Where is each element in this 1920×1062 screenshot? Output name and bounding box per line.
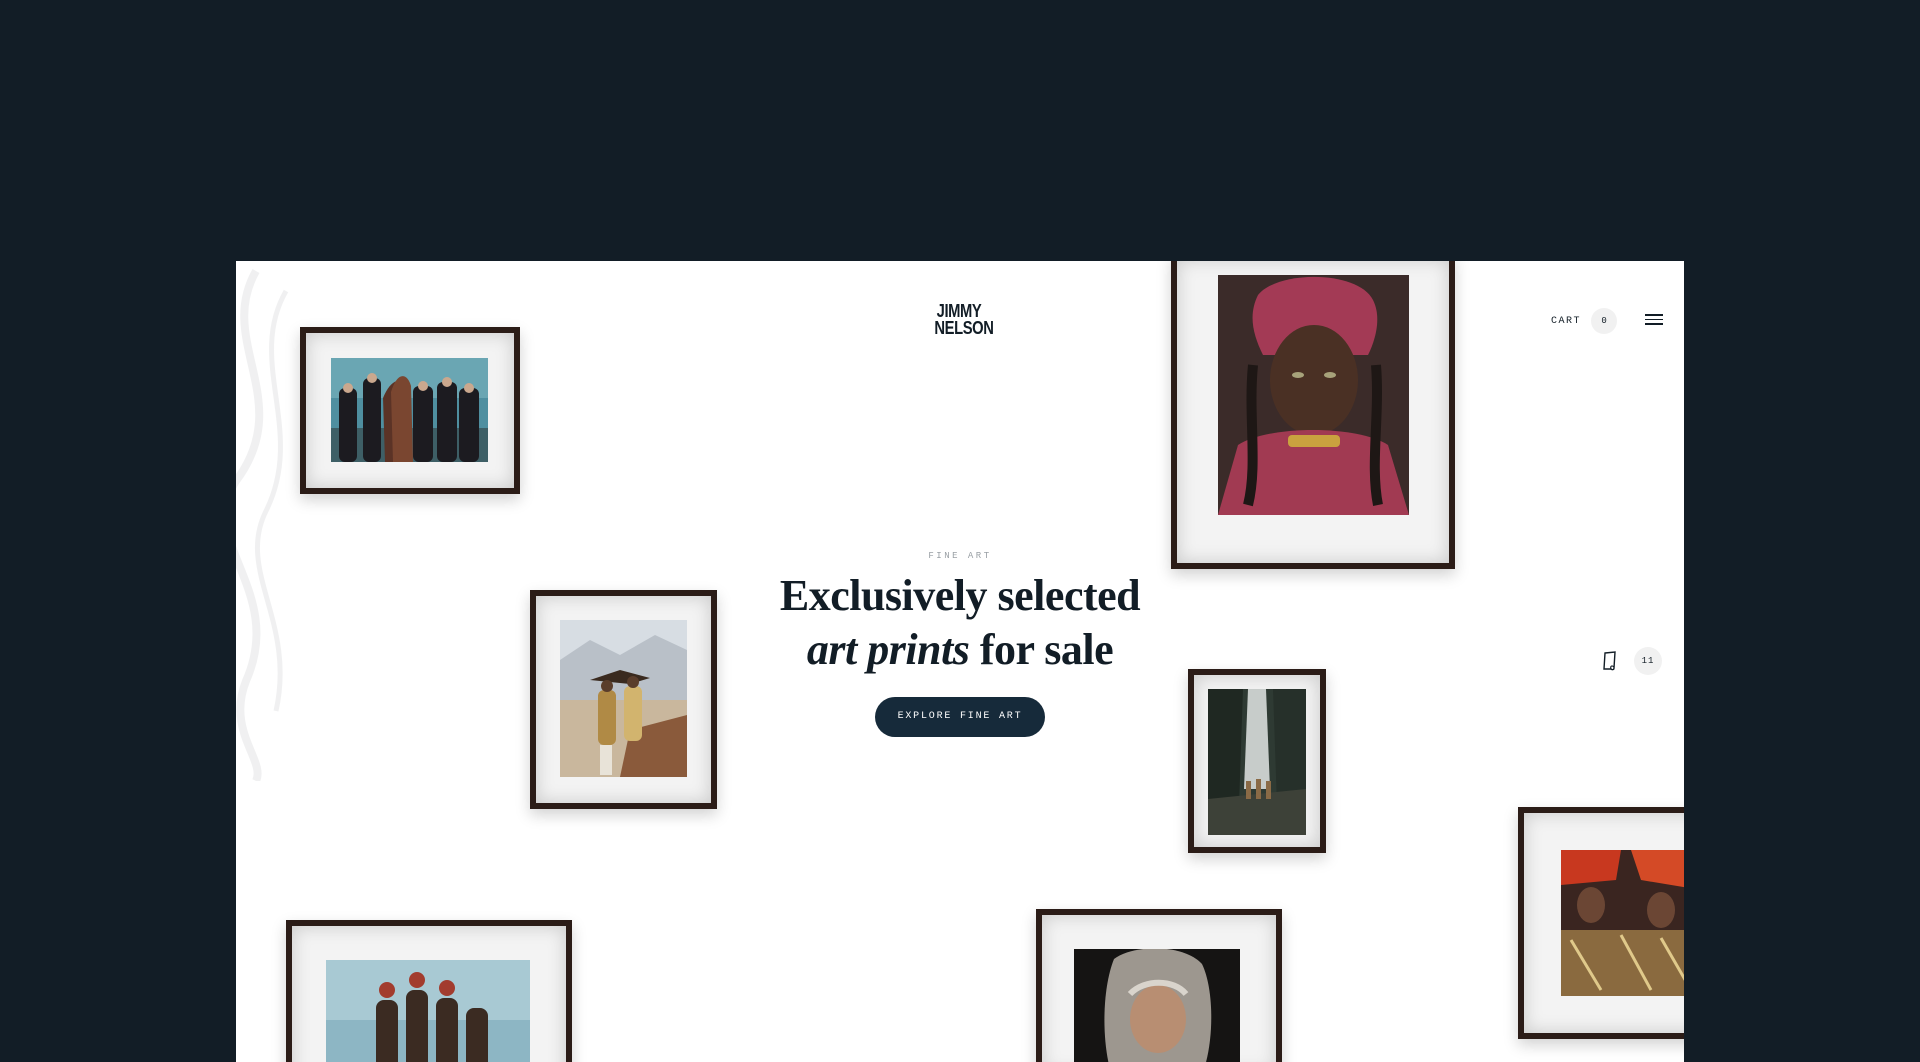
print-photo (1208, 689, 1306, 835)
framed-print[interactable] (286, 920, 572, 1062)
print-photo (560, 620, 687, 777)
framed-print[interactable] (1518, 807, 1684, 1039)
print-photo (331, 358, 488, 462)
headline-line-1: Exclusively selected (779, 571, 1141, 620)
logo-line-2: NELSON (934, 318, 994, 338)
hero-eyebrow: FINE ART (928, 551, 992, 561)
headline-italic: art prints (806, 625, 970, 674)
framed-print[interactable] (530, 590, 717, 809)
print-photo (1074, 949, 1240, 1062)
print-photo (1561, 850, 1684, 996)
print-photo (326, 960, 530, 1062)
cart-count-badge: 0 (1591, 308, 1618, 334)
brand-logo[interactable]: JIMMY NELSON (934, 302, 994, 338)
print-photo (1218, 275, 1409, 515)
cart-button[interactable]: CART 0 (1551, 308, 1618, 334)
framed-print[interactable] (1171, 261, 1455, 569)
framed-print[interactable] (1036, 909, 1282, 1062)
framed-print[interactable] (1188, 669, 1326, 853)
print-frame-icon (1603, 651, 1616, 671)
hero-block: FINE ART Exclusively selected art prints… (710, 551, 1210, 737)
fine-art-hero-canvas: JIMMY NELSON CART 0 11 FINE ART Exclusiv… (236, 261, 1684, 1062)
explore-fine-art-button[interactable]: EXPLORE FINE ART (875, 697, 1045, 737)
cart-label: CART (1551, 315, 1582, 327)
framed-print[interactable] (300, 327, 520, 494)
hamburger-menu-icon[interactable] (1645, 314, 1663, 328)
hero-headline: Exclusively selected art prints for sale (710, 569, 1210, 677)
print-counter[interactable]: 11 (1602, 647, 1662, 675)
headline-rest: for sale (969, 625, 1114, 674)
print-count-badge: 11 (1634, 647, 1662, 675)
